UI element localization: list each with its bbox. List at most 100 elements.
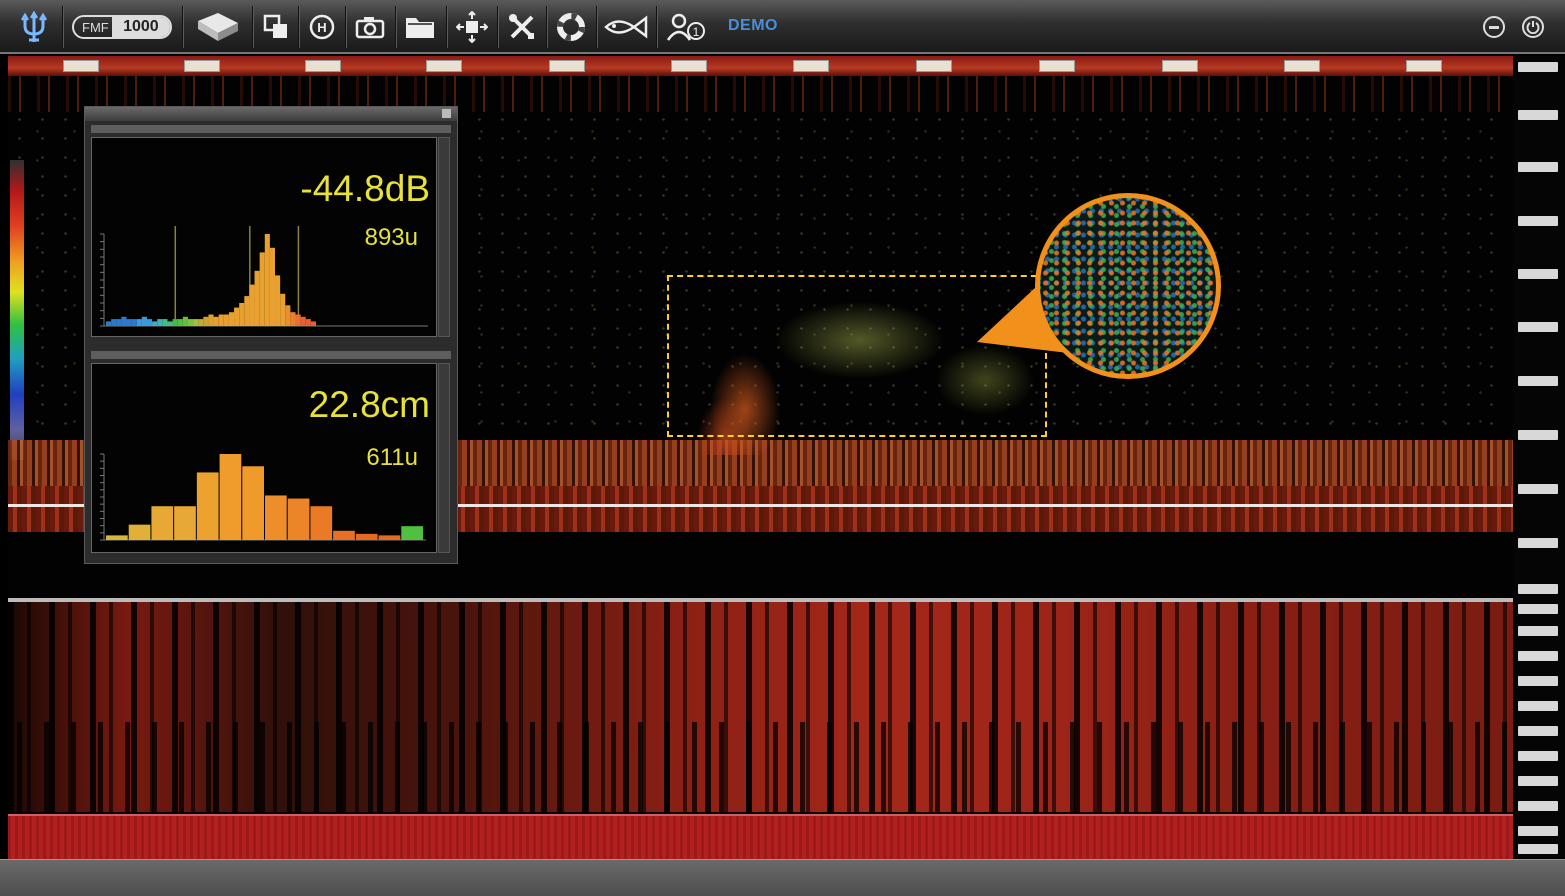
time-mark (184, 60, 220, 72)
histogram-bar (128, 524, 151, 540)
histogram-bar (355, 533, 378, 540)
depth-tick (1518, 726, 1558, 736)
strength-value: -44.8dB (300, 168, 430, 209)
histogram-bar (249, 284, 255, 326)
depth-tick (1518, 216, 1558, 226)
depth-tick (1518, 801, 1558, 811)
model-number: 1000 (111, 17, 170, 37)
histogram-bar (136, 319, 142, 326)
histogram-bar (182, 316, 188, 326)
time-mark (549, 60, 585, 72)
tools-icon[interactable] (505, 8, 539, 46)
histogram-bar (310, 506, 333, 540)
close-icon[interactable] (442, 109, 451, 118)
fish-icon[interactable] (603, 8, 649, 46)
echogram-lower-view[interactable] (8, 602, 1513, 812)
depth-tick (1518, 269, 1558, 279)
time-mark (305, 60, 341, 72)
depth-tick (1518, 626, 1558, 636)
histogram-bar (333, 530, 355, 540)
top-time-strip (8, 56, 1513, 76)
histogram-bar (126, 319, 132, 326)
strength-count: 893u (364, 224, 418, 251)
histogram-bar (198, 319, 204, 326)
svg-text:H: H (317, 20, 326, 35)
histogram-bar (193, 319, 199, 326)
histogram-bar (162, 319, 168, 326)
time-mark (1162, 60, 1198, 72)
time-mark (426, 60, 462, 72)
histogram-bar (310, 321, 316, 326)
depth-tick (1518, 162, 1558, 172)
fish-analysis-panel[interactable]: -44.8dB 893u 22.8cm 611u (84, 106, 458, 564)
histogram-bar (203, 316, 209, 326)
depth-tick (1518, 322, 1558, 332)
model-badge[interactable]: FMF 1000 (72, 15, 172, 39)
histogram-bar (167, 321, 173, 326)
h-circle-icon[interactable]: H (306, 8, 338, 46)
histogram-bar (228, 312, 235, 326)
histogram-bar (300, 316, 306, 326)
panel-title-bar[interactable] (85, 107, 457, 121)
histogram-bar (141, 316, 147, 326)
depth-tick (1518, 844, 1558, 854)
histogram-bar (378, 535, 401, 540)
depth-tick (1518, 826, 1558, 836)
histogram-bar (280, 293, 286, 326)
histogram-bar (131, 319, 137, 326)
histogram-bar (242, 466, 264, 540)
zoom-magnifier (1035, 193, 1221, 379)
histogram-bar (401, 526, 423, 540)
histogram-bar (106, 321, 112, 326)
trident-logo-icon[interactable] (14, 8, 54, 46)
target-strength-histogram: -44.8dB 893u (91, 137, 437, 337)
histogram-bar (290, 312, 296, 326)
histogram-bar (275, 275, 281, 326)
histogram-bar (285, 305, 291, 326)
histogram-bar (213, 316, 219, 326)
model-prefix: FMF (82, 19, 109, 35)
histogram-bar (106, 535, 128, 540)
svg-text:1: 1 (693, 25, 700, 39)
histogram-bar (146, 319, 153, 326)
power-icon[interactable] (1522, 16, 1544, 38)
histogram-bar (116, 319, 122, 326)
strength-scrollbar[interactable] (438, 137, 450, 337)
main-toolbar: FMF 1000 H 1 DEMO (0, 0, 1565, 54)
depth-tick (1518, 538, 1558, 548)
depth-tick (1518, 430, 1558, 440)
length-scrollbar[interactable] (438, 363, 450, 553)
histogram-bar (287, 498, 310, 540)
histogram-bar (152, 321, 158, 326)
depth-tick (1518, 604, 1558, 614)
depth-tick (1518, 584, 1558, 594)
depth-tick (1518, 62, 1558, 72)
folder-icon[interactable] (402, 8, 438, 46)
depth-tick (1518, 110, 1558, 120)
user-1-icon[interactable]: 1 (664, 8, 708, 46)
histogram-bar (196, 472, 219, 540)
window-layers-icon[interactable] (260, 8, 292, 46)
length-value: 22.8cm (308, 384, 430, 425)
length-plot-header (91, 351, 451, 359)
minimize-icon[interactable] (1483, 16, 1505, 38)
histogram-bar (239, 303, 245, 326)
depth-tick (1518, 484, 1558, 494)
time-mark (671, 60, 707, 72)
status-bar (0, 859, 1565, 896)
histogram-bar (157, 319, 163, 326)
histogram-bar (111, 319, 117, 326)
depth-tick (1518, 676, 1558, 686)
histogram-bar (208, 314, 214, 326)
lifebuoy-icon[interactable] (553, 8, 589, 46)
demo-mode-label: DEMO (728, 17, 778, 34)
echosounder-3d-icon[interactable] (195, 8, 241, 46)
camera-icon[interactable] (352, 8, 388, 46)
depth-scale (1513, 56, 1565, 858)
time-mark (916, 60, 952, 72)
histogram-bar (264, 234, 270, 326)
move-crosshair-icon[interactable] (454, 8, 490, 46)
histogram-bar (177, 319, 183, 326)
histogram-bar (234, 307, 240, 326)
echo-color-scale (10, 160, 24, 460)
